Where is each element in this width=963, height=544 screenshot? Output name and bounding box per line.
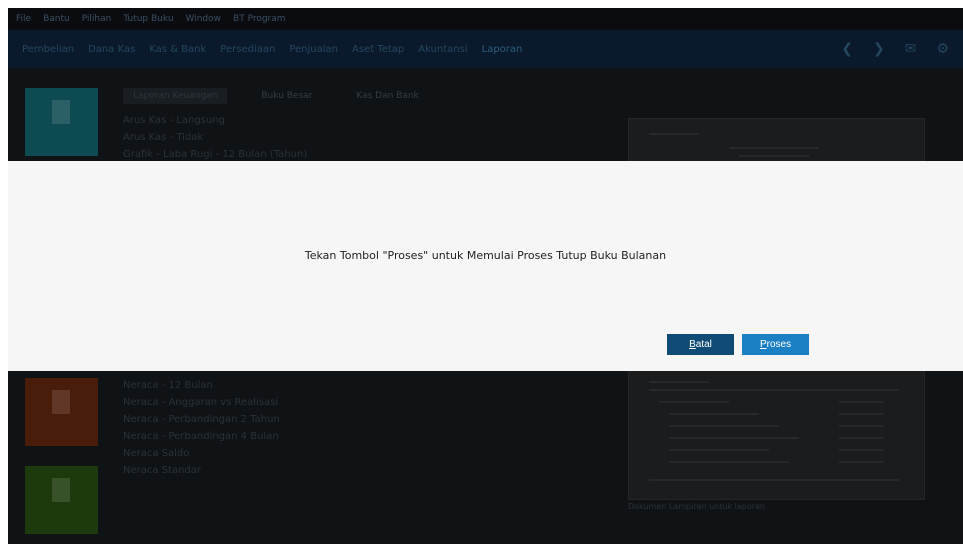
process-button[interactable]: Proses: [742, 334, 809, 355]
report-tabs: Laporan Keuangan Buku Besar Kas Dan Bank: [123, 88, 429, 104]
process-label-rest: roses: [766, 339, 792, 350]
list-item[interactable]: Neraca - Anggaran vs Realisasi: [123, 394, 280, 411]
menu-bar: File Bantu Pilihan Tutup Buku Window BT …: [8, 8, 963, 30]
dialog-message: Tekan Tombol "Proses" untuk Memulai Pros…: [304, 249, 667, 262]
menu-pilihan[interactable]: Pilihan: [82, 14, 112, 24]
cancel-button[interactable]: Batal: [667, 334, 734, 355]
tab-kas-dan-bank[interactable]: Kas Dan Bank: [346, 88, 428, 104]
menu-tutup-buku[interactable]: Tutup Buku: [123, 14, 173, 24]
preview-caption: Dokumen Lampiran untuk laporan: [628, 502, 765, 511]
process-label-mnemonic: P: [759, 339, 767, 350]
nav-persediaan[interactable]: Persediaan: [220, 44, 275, 55]
document-icon: [52, 478, 70, 502]
report-list-bottom: Neraca - 12 Bulan Neraca - Anggaran vs R…: [123, 377, 280, 479]
menu-bt-program[interactable]: BT Program: [233, 14, 286, 24]
cancel-label-rest: atal: [695, 339, 712, 350]
nav-pembelian[interactable]: Pembelian: [22, 44, 74, 55]
back-icon[interactable]: ❮: [841, 41, 853, 57]
list-item[interactable]: Neraca Saldo: [123, 445, 280, 462]
gear-icon[interactable]: ⚙: [936, 41, 949, 57]
mail-icon[interactable]: ✉: [905, 41, 917, 57]
menu-window[interactable]: Window: [186, 14, 222, 24]
nav-kas-bank[interactable]: Kas & Bank: [149, 44, 206, 55]
list-item[interactable]: Neraca - Perbandingan 4 Bulan: [123, 428, 280, 445]
nav-penjualan[interactable]: Penjualan: [289, 44, 338, 55]
tile-penjualan[interactable]: [25, 466, 98, 534]
nav-akuntansi[interactable]: Akuntansi: [418, 44, 467, 55]
forward-icon[interactable]: ❯: [873, 41, 885, 57]
document-icon: [52, 100, 70, 124]
list-item[interactable]: Neraca - 12 Bulan: [123, 377, 280, 394]
nav-laporan[interactable]: Laporan: [482, 44, 523, 55]
menu-bantu[interactable]: Bantu: [43, 14, 70, 24]
list-item[interactable]: Arus Kas - Tidak: [123, 129, 307, 146]
list-item[interactable]: Arus Kas - Langsung: [123, 112, 307, 129]
tab-laporan-keuangan[interactable]: Laporan Keuangan: [123, 88, 228, 104]
list-item[interactable]: Neraca Standar: [123, 462, 280, 479]
close-books-dialog: Tekan Tombol "Proses" untuk Memulai Pros…: [8, 161, 963, 371]
nav-dana-kas[interactable]: Dana Kas: [88, 44, 135, 55]
report-list-top: Arus Kas - Langsung Arus Kas - Tidak Gra…: [123, 112, 307, 163]
tile-aset[interactable]: [25, 378, 98, 446]
module-nav: Pembelian Dana Kas Kas & Bank Persediaan…: [8, 30, 963, 68]
tile-laporan-keuangan[interactable]: [25, 88, 98, 156]
tab-buku-besar[interactable]: Buku Besar: [251, 88, 322, 104]
menu-file[interactable]: File: [16, 14, 31, 24]
list-item[interactable]: Neraca - Perbandingan 2 Tahun: [123, 411, 280, 428]
document-icon: [52, 390, 70, 414]
nav-aset-tetap[interactable]: Aset Tetap: [352, 44, 404, 55]
cancel-label-mnemonic: B: [689, 339, 696, 350]
